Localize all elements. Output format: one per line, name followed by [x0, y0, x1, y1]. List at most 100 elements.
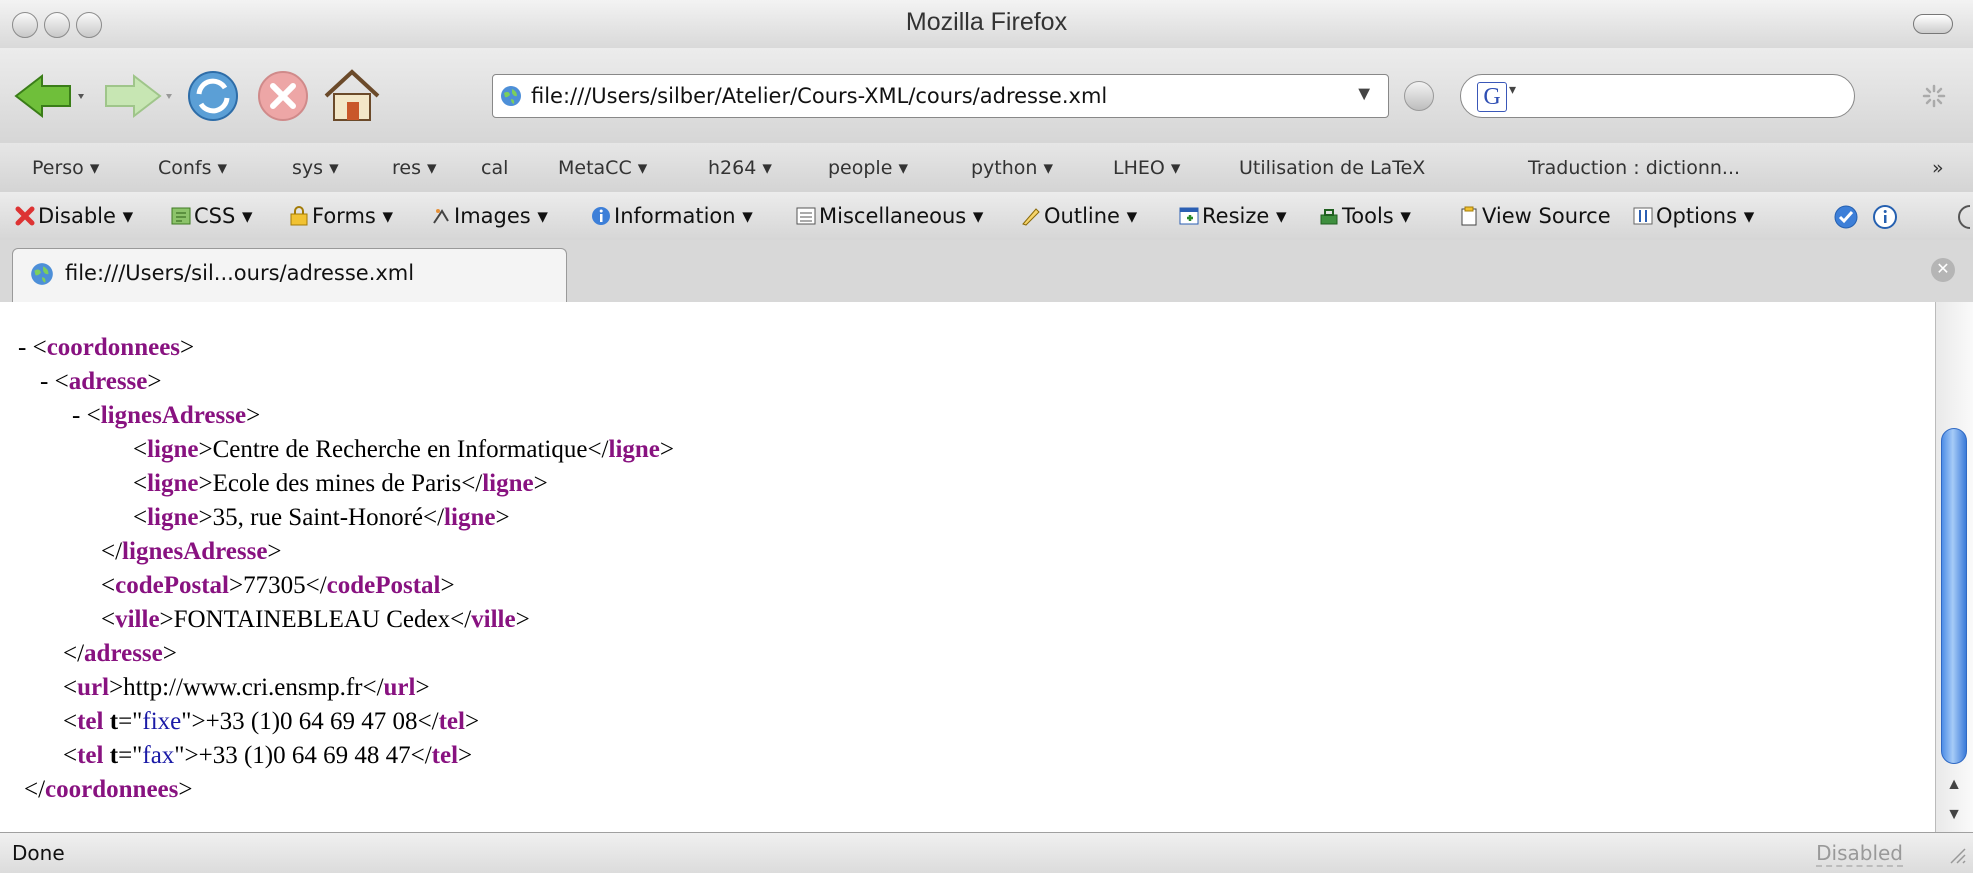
bookmark-sys[interactable]: sys ▾ [292, 157, 339, 179]
web-developer-toolbar: Disable ▾ CSS ▾ Forms ▾ Images ▾ Informa… [0, 192, 1973, 241]
xml-line-url: <url>http://www.cri.ensmp.fr</url> [63, 674, 430, 701]
scrollbar-thumb[interactable] [1941, 428, 1967, 764]
bookmark-metacc[interactable]: MetaCC ▾ [558, 157, 647, 179]
info-circle-icon[interactable] [1872, 204, 1898, 230]
dev-outline-menu[interactable]: Outline ▾ [1020, 204, 1137, 228]
validation-check-icon[interactable] [1833, 204, 1859, 230]
dev-resize-menu[interactable]: Resize ▾ [1178, 204, 1287, 228]
xml-tag: tel [77, 742, 104, 769]
search-engine-dropdown-icon[interactable]: ▾ [1509, 81, 1516, 98]
throbber-icon [1922, 84, 1946, 108]
css-icon [171, 207, 191, 225]
xml-attr-value: fixe [142, 708, 182, 735]
scroll-up-arrow-icon[interactable]: ▲ [1936, 770, 1972, 800]
dev-tools-label: Tools [1342, 204, 1394, 228]
xml-tag: lignesAdresse [122, 538, 268, 565]
forward-arrow-icon[interactable] [98, 70, 178, 122]
dev-tools-menu[interactable]: Tools ▾ [1318, 204, 1411, 228]
status-disabled-indicator[interactable]: Disabled [1816, 841, 1903, 867]
dev-forms-label: Forms [312, 204, 376, 228]
url-history-dropdown[interactable]: ▼ [1354, 83, 1374, 106]
window-title: Mozilla Firefox [905, 8, 1068, 36]
bookmarks-toolbar: Perso ▾ Confs ▾ sys ▾ res ▾ cal MetaCC ▾… [0, 143, 1973, 193]
xml-line-ligne-3: <ligne>35, rue Saint-Honoré</ligne> [133, 504, 510, 531]
dev-css-menu[interactable]: CSS ▾ [170, 204, 253, 228]
google-search-icon[interactable]: G [1477, 82, 1507, 112]
xml-line-coordonnees-open[interactable]: - <coordonnees> [18, 331, 674, 365]
toolbar-toggle-button[interactable] [1913, 14, 1953, 34]
xml-text: +33 (1)0 64 69 47 08 [205, 708, 418, 735]
dev-disable-menu[interactable]: Disable ▾ [14, 204, 133, 228]
url-text: file:///Users/silber/Atelier/Cours-XML/c… [531, 84, 1108, 108]
xml-text: 35, rue Saint-Honoré [212, 504, 423, 531]
reload-icon[interactable] [185, 68, 241, 124]
xml-tag: ligne [608, 436, 660, 463]
close-tab-icon[interactable]: ✕ [1931, 258, 1955, 282]
tab-adresse-xml[interactable]: file:///Users/sil...ours/adresse.xml [12, 248, 567, 302]
dev-view-source-button[interactable]: View Source [1458, 204, 1611, 228]
xml-tag: codePostal [115, 572, 229, 599]
xml-tag: ville [471, 606, 516, 633]
bookmark-cal[interactable]: cal [481, 157, 508, 179]
dev-information-menu[interactable]: Information ▾ [590, 204, 753, 228]
xml-tag: ville [115, 606, 160, 633]
xml-line-adresse-open[interactable]: - <adresse> [18, 365, 674, 399]
page-content: - <coordonnees> - <adresse> - <lignesAdr… [0, 302, 1935, 832]
bookmark-confs[interactable]: Confs ▾ [158, 157, 227, 179]
bookmark-traduction[interactable]: Traduction : dictionn... [1528, 157, 1740, 179]
dev-images-menu[interactable]: Images ▾ [430, 204, 548, 228]
bookmark-people[interactable]: people ▾ [828, 157, 908, 179]
url-bar[interactable]: file:///Users/silber/Atelier/Cours-XML/c… [492, 74, 1389, 118]
xml-line-ligne-1: <ligne>Centre de Recherche en Informatiq… [133, 436, 675, 463]
globe-icon [501, 86, 521, 106]
xml-attr-value: fax [142, 742, 175, 769]
dev-outline-label: Outline [1044, 204, 1120, 228]
bookmarks-overflow-chevron[interactable]: » [1932, 157, 1944, 179]
vertical-scrollbar[interactable]: ▲ ▼ [1935, 302, 1973, 832]
bookmark-h264[interactable]: h264 ▾ [708, 157, 772, 179]
xml-line-lignesadresse-close: </lignesAdresse> [101, 538, 282, 565]
bookmark-utilisation-latex[interactable]: Utilisation de LaTeX [1239, 157, 1425, 179]
xml-tag: url [77, 674, 110, 701]
bookmark-lheo[interactable]: LHEO ▾ [1113, 157, 1180, 179]
scroll-down-arrow-icon[interactable]: ▼ [1936, 800, 1972, 830]
home-icon[interactable] [322, 66, 382, 124]
information-icon [592, 207, 610, 225]
go-button[interactable] [1404, 81, 1434, 111]
xml-text: Ecole des mines de Paris [212, 470, 462, 497]
title-bar: Mozilla Firefox [0, 0, 1973, 49]
xml-punct: > [147, 368, 162, 395]
navigation-toolbar: file:///Users/silber/Atelier/Cours-XML/c… [0, 48, 1973, 144]
xml-text: +33 (1)0 64 69 48 47 [198, 742, 411, 769]
xml-tree: - <coordonnees> - <adresse> - <lignesAdr… [18, 331, 674, 807]
xml-tag: lignesAdresse [100, 402, 247, 429]
resize-grip-icon[interactable] [1945, 843, 1967, 865]
xml-collapse-toggle[interactable]: - < [72, 402, 101, 429]
stop-icon[interactable] [255, 68, 311, 124]
disable-icon [15, 206, 35, 226]
tab-label: file:///Users/sil...ours/adresse.xml [65, 261, 415, 285]
xml-tag: ligne [444, 504, 496, 531]
dev-miscellaneous-menu[interactable]: Miscellaneous ▾ [795, 204, 983, 228]
view-source-icon [1461, 206, 1477, 226]
xml-collapse-toggle[interactable]: - < [40, 368, 69, 395]
xml-attr-name: t [109, 742, 119, 769]
dev-options-menu[interactable]: Options ▾ [1632, 204, 1754, 228]
bookmark-python[interactable]: python ▾ [971, 157, 1053, 179]
images-icon [433, 209, 449, 224]
xml-text: http://www.cri.ensmp.fr [123, 674, 363, 701]
xml-text: 77305 [243, 572, 306, 599]
bookmark-perso[interactable]: Perso ▾ [32, 157, 99, 179]
back-arrow-icon[interactable] [12, 70, 92, 122]
dev-resize-label: Resize [1202, 204, 1270, 228]
xml-tag: ligne [147, 504, 199, 531]
xml-collapse-toggle[interactable]: - < [18, 334, 47, 361]
xml-tag: adresse [84, 640, 163, 667]
xml-tag: ligne [482, 470, 534, 497]
xml-line-codepostal: <codePostal>77305</codePostal> [101, 572, 455, 599]
xml-line-coordonnees-close: </coordonnees> [24, 776, 193, 803]
search-bar[interactable]: G ▾ [1460, 74, 1855, 118]
xml-line-lignesadresse-open[interactable]: - <lignesAdresse> [18, 399, 674, 433]
dev-forms-menu[interactable]: Forms ▾ [288, 204, 393, 228]
bookmark-res[interactable]: res ▾ [392, 157, 437, 179]
